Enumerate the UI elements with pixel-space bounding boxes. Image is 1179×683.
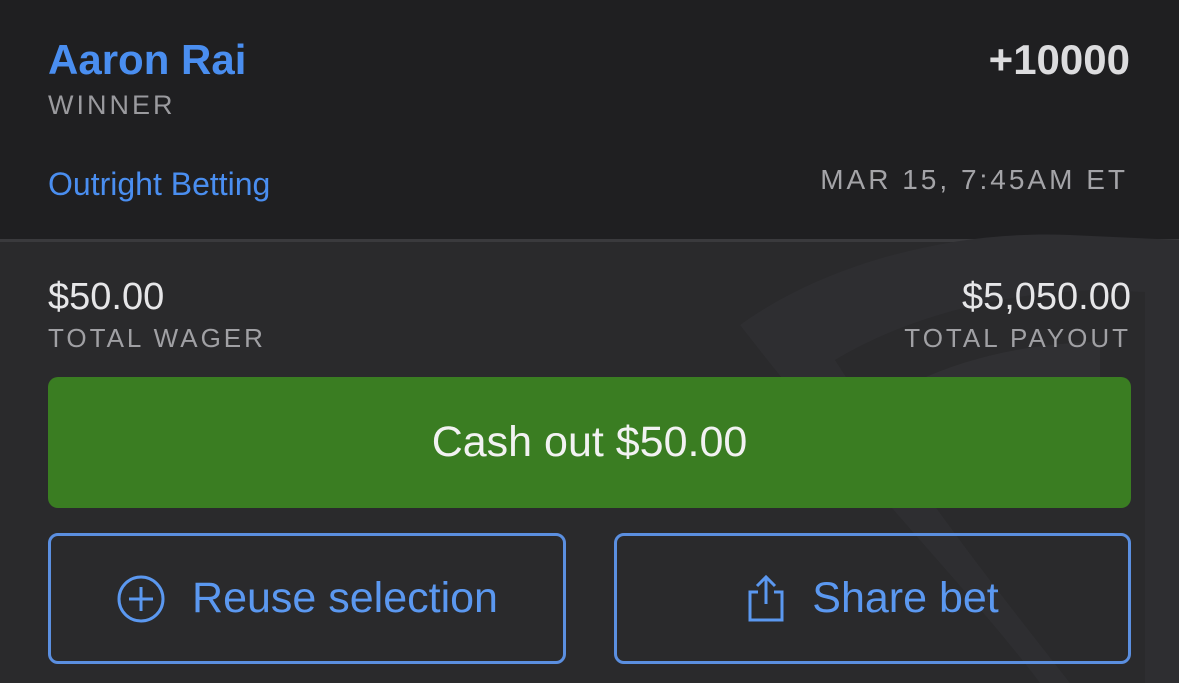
market-type: WINNER [48,90,176,120]
cash-out-label: Cash out $50.00 [431,418,748,466]
reuse-selection-label: Reuse selection [192,574,498,622]
reuse-selection-button[interactable]: Reuse selection [48,533,566,664]
total-payout-label: TOTAL PAYOUT [904,323,1131,353]
total-wager-label: TOTAL WAGER [48,323,266,353]
share-icon [748,574,784,621]
total-payout-amount: $5,050.00 [961,276,1131,318]
bet-header: Aaron Rai +10000 WINNER Outright Betting… [0,0,1179,242]
total-wager-amount: $50.00 [48,276,165,318]
selection-name: Aaron Rai [48,36,247,83]
odds-value: +10000 [988,36,1130,83]
share-bet-label: Share bet [812,574,999,622]
event-link[interactable]: Outright Betting [48,166,270,203]
event-datetime: MAR 15, 7:45AM ET [820,164,1128,195]
share-bet-button[interactable]: Share bet [614,533,1131,664]
cash-out-button[interactable]: Cash out $50.00 [48,377,1131,508]
plus-circle-icon [117,575,165,622]
